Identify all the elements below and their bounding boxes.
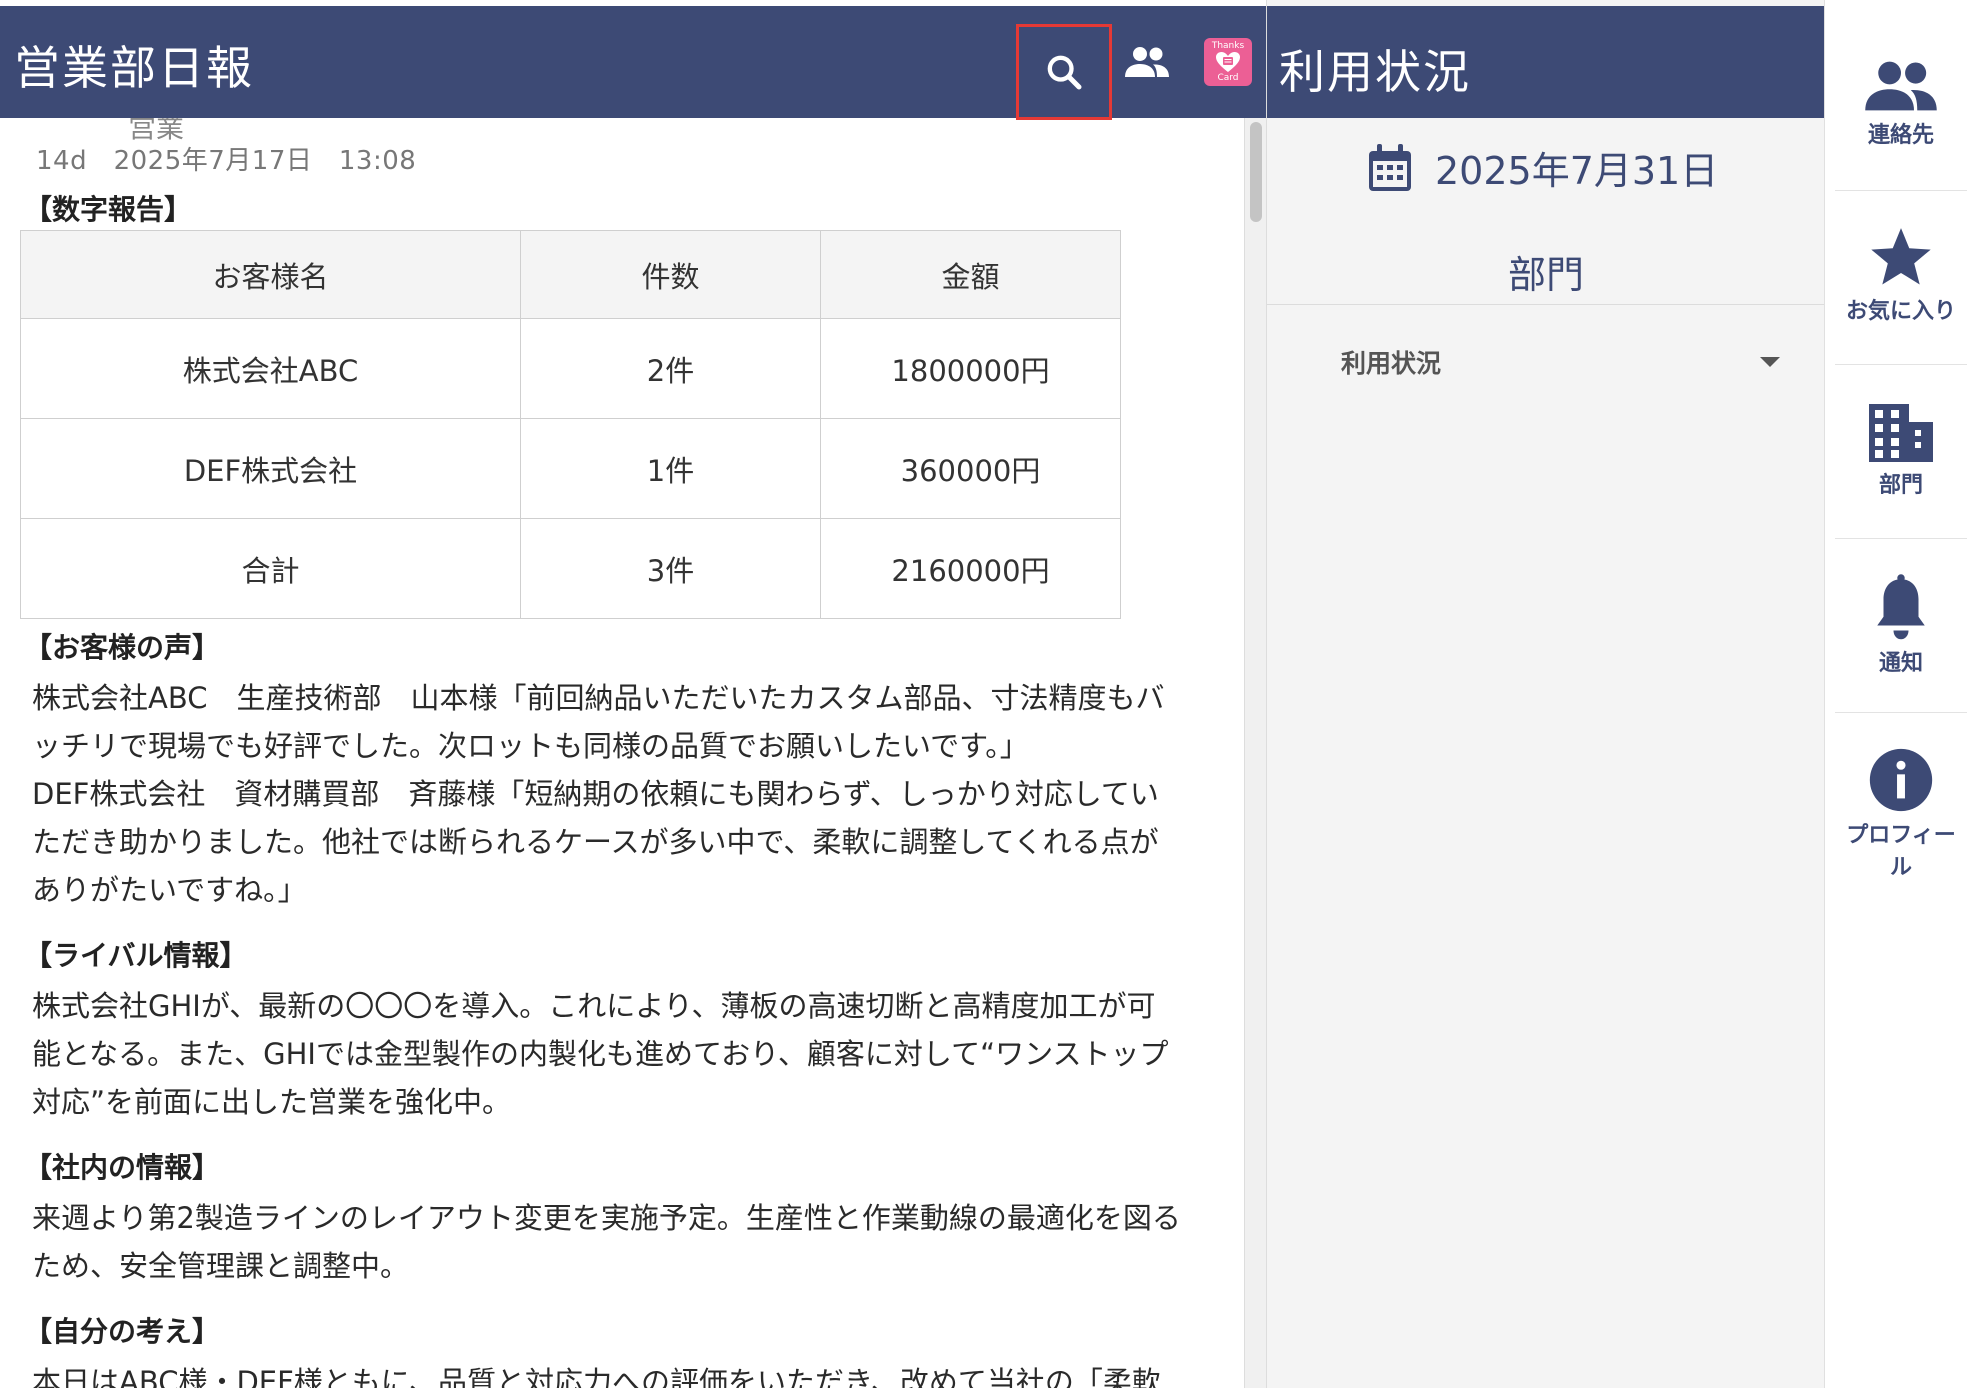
- department-heading: 部門: [1507, 253, 1584, 297]
- nav-notifications-label: 通知: [1878, 651, 1923, 676]
- table-cell: 合計: [20, 518, 521, 619]
- customer-voice-text: 株式会社ABC 生産技術部 山本様「前回納品いただいたカスタム部品、寸法精度もバ…: [32, 674, 1222, 914]
- section-numbers: 【数字報告】: [24, 193, 193, 226]
- rival-text: 株式会社GHIが、最新の〇〇〇を導入。これにより、薄板の高速切断と高精度加工が可…: [32, 982, 1222, 1126]
- nav-department[interactable]: 部門: [1835, 402, 1967, 502]
- nav-contacts-label: 連絡先: [1867, 123, 1934, 148]
- report-header: 営業部日報 Thanks Card: [0, 6, 1266, 120]
- text-line: 株式会社GHIが、最新の〇〇〇を導入。これにより、薄板の高速切断と高精度加工が可: [32, 989, 1156, 1023]
- nav-profile-label-line: プロフィー: [1846, 823, 1956, 848]
- people-icon: [1125, 47, 1169, 77]
- table-cell: 1件: [520, 418, 821, 519]
- text-line: 株式会社ABC 生産技術部 山本様「前回納品いただいたカスタム部品、寸法精度もバ: [32, 681, 1165, 715]
- usage-dropdown-label: 利用状況: [1341, 349, 1442, 378]
- nav-divider: [1835, 364, 1967, 365]
- nav-favorites-label: お気に入り: [1845, 299, 1956, 324]
- table-row: DEF株式会社 1件 360000円: [20, 418, 1121, 519]
- group-button[interactable]: [1110, 6, 1184, 118]
- search-button[interactable]: [1016, 24, 1112, 120]
- nav-profile[interactable]: プロフィー ル: [1835, 746, 1967, 884]
- heart-icon: [1216, 52, 1240, 72]
- table-cell: 360000円: [820, 418, 1121, 519]
- nav-contacts[interactable]: 連絡先: [1835, 58, 1967, 152]
- nav-profile-label-line: ル: [1889, 855, 1912, 880]
- thanks-card-label-top: Thanks: [1211, 41, 1245, 51]
- text-line: 対応”を前面に出した営業を強化中。: [32, 1085, 512, 1119]
- section-opinion: 【自分の考え】: [24, 1315, 221, 1348]
- nav-department-label: 部門: [1878, 473, 1923, 498]
- table-cell: 2件: [520, 318, 821, 419]
- internal-text: 来週より第2製造ラインのレイアウト変更を実施予定。生産性と作業動線の最適化を図る…: [32, 1194, 1222, 1290]
- bell-icon: [1877, 574, 1925, 640]
- thanks-card-label-bottom: Card: [1217, 73, 1239, 83]
- people-icon: [1865, 61, 1937, 111]
- nav-divider: [1835, 190, 1967, 191]
- calendar-icon: [1369, 143, 1411, 191]
- search-icon: [1047, 55, 1082, 90]
- nav-favorites[interactable]: お気に入り: [1835, 224, 1967, 328]
- nav-divider: [1835, 712, 1967, 713]
- nav-profile-label: プロフィー ル: [1846, 820, 1956, 884]
- star-icon: [1871, 228, 1931, 285]
- side-nav: 連絡先 お気に入り 部門 通知 プロフィー ル: [1824, 0, 1976, 1388]
- date-picker[interactable]: 2025年7月31日: [1367, 140, 1718, 195]
- nav-notifications[interactable]: 通知: [1835, 574, 1967, 680]
- col-header-count: 件数: [520, 230, 821, 319]
- table-cell: 2160000円: [820, 518, 1121, 619]
- text-line: ため、安全管理課と調整中。: [32, 1249, 410, 1283]
- page-title: 営業部日報: [14, 41, 254, 95]
- section-internal: 【社内の情報】: [24, 1151, 221, 1184]
- nav-divider: [1835, 538, 1967, 539]
- report-content: 営業 14d 2025年7月17日 13:08 【数字報告】 お客様名 件数 金…: [0, 118, 1244, 1388]
- thanks-card-button[interactable]: Thanks Card: [1198, 6, 1258, 118]
- usage-header: 利用状況: [1267, 6, 1825, 118]
- table-row: 合計 3件 2160000円: [20, 518, 1121, 619]
- usage-dropdown[interactable]: 利用状況: [1341, 344, 1781, 380]
- thanks-card-icon: Thanks Card: [1204, 38, 1252, 86]
- text-line: ただき助かりました。他社では断られるケースが多い中で、柔軟に調整してくれる点が: [32, 825, 1159, 859]
- text-line: ありがたいですね。」: [32, 873, 307, 907]
- text-line: 来週より第2製造ラインのレイアウト変更を実施予定。生産性と作業動線の最適化を図る: [32, 1201, 1181, 1235]
- text-line: 能となる。また、GHIでは金型製作の内製化も進めており、顧客に対して“ワンストッ…: [32, 1037, 1169, 1071]
- col-header-customer: お客様名: [20, 230, 521, 319]
- post-meta: 14d 2025年7月17日 13:08: [36, 146, 417, 176]
- text-line: DEF株式会社 資材購買部 斉藤様「短納期の依頼にも関わらず、しっかり対応してい: [32, 777, 1159, 811]
- table-cell: 3件: [520, 518, 821, 619]
- info-icon: [1869, 748, 1933, 812]
- usage-panel: 利用状況 2025年7月31日 部門 利用状況: [1266, 0, 1825, 1388]
- usage-title: 利用状況: [1279, 45, 1471, 99]
- building-icon: [1869, 404, 1933, 462]
- content-scrollbar[interactable]: [1244, 118, 1266, 1388]
- numbers-table: お客様名 件数 金額 株式会社ABC 2件 1800000円 DEF株式会社 1…: [20, 230, 1121, 619]
- table-row: 株式会社ABC 2件 1800000円: [20, 318, 1121, 419]
- col-header-amount: 金額: [820, 230, 1121, 319]
- table-cell: DEF株式会社: [20, 418, 521, 519]
- section-customer-voice: 【お客様の声】: [24, 631, 221, 664]
- opinion-text-partial: 本日はABC様・DEF様ともに、品質と対応力への評価をいただき、改めて当社の「柔…: [32, 1365, 1161, 1388]
- daily-report-panel: 営業部日報 Thanks Card 営業 14d 2025年7月17日 13:0…: [0, 0, 1266, 1388]
- section-rival: 【ライバル情報】: [24, 939, 248, 972]
- selected-date: 2025年7月31日: [1435, 149, 1719, 193]
- divider: [1267, 304, 1825, 305]
- table-cell: 1800000円: [820, 318, 1121, 419]
- text-line: ッチリで現場でも好評でした。次ロットも同様の品質でお願いしたいです。」: [32, 729, 1029, 763]
- scrollbar-thumb[interactable]: [1250, 122, 1262, 222]
- table-cell: 株式会社ABC: [20, 318, 521, 419]
- app-root: 営業部日報 Thanks Card 営業 14d 2025年7月17日 13:0…: [0, 0, 1976, 1388]
- caret-down-icon: [1760, 357, 1780, 367]
- table-header-row: お客様名 件数 金額: [20, 230, 1121, 319]
